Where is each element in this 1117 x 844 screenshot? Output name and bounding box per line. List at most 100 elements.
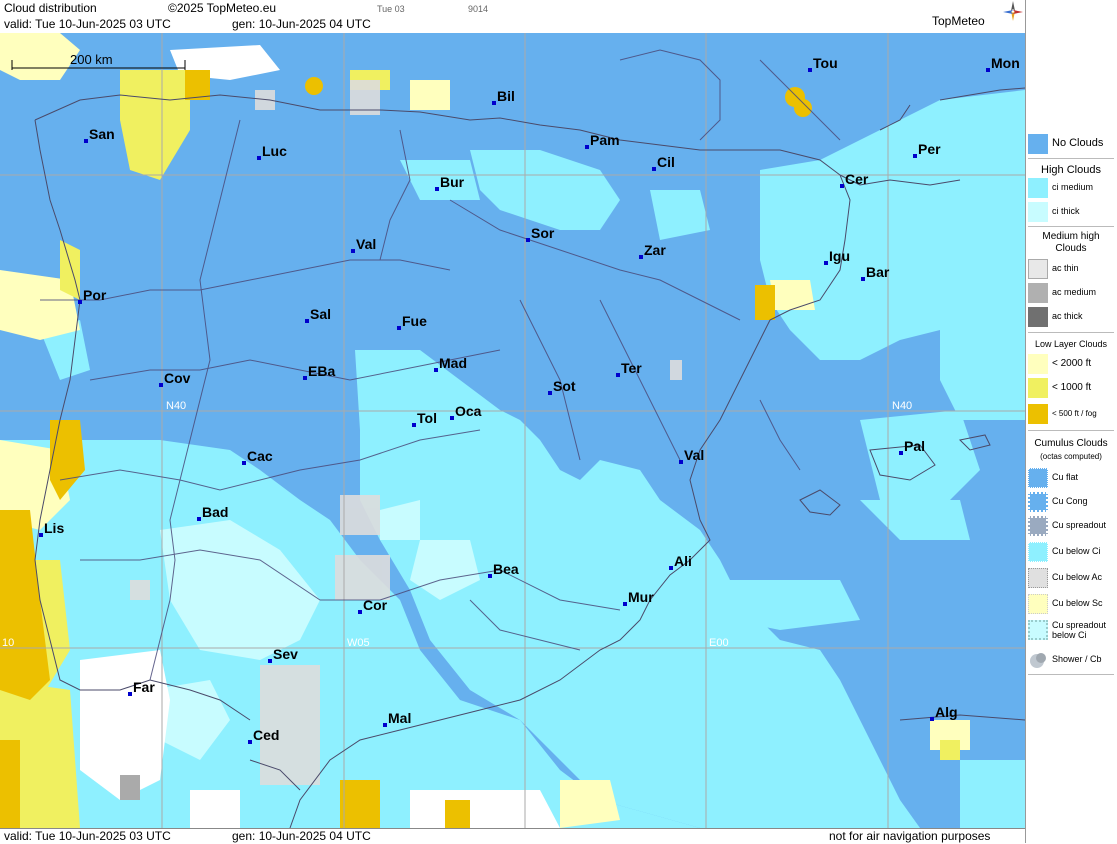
city-label: Sev	[273, 646, 298, 662]
city-marker	[242, 461, 246, 465]
city-label: Ced	[253, 727, 279, 743]
city-label: Per	[918, 141, 941, 157]
city-label: Luc	[262, 143, 287, 159]
legend-panel: No Clouds High Clouds ci medium ci thick…	[1025, 0, 1117, 843]
city-label: Bar	[866, 264, 890, 280]
legend-low-1000: < 1000 ft	[1028, 378, 1114, 400]
shower-swatch	[1028, 650, 1048, 670]
city-marker	[548, 391, 552, 395]
cumulus-subtitle: (octas computed)	[1040, 452, 1102, 461]
run-tag: Tue 03	[377, 4, 405, 14]
grid-label-w05: W05	[347, 637, 370, 649]
city-marker	[305, 319, 309, 323]
ac-medium-label: ac medium	[1052, 287, 1097, 297]
city-label: Mur	[628, 589, 654, 605]
city-label: Ter	[621, 360, 642, 376]
high-clouds-title: High Clouds	[1041, 164, 1101, 176]
city-label: Mon	[991, 55, 1020, 71]
city-marker	[616, 373, 620, 377]
medium-clouds-title: Medium high Clouds	[1042, 231, 1100, 254]
city-label: Sor	[531, 225, 555, 241]
grid-label-n40-left: N40	[166, 400, 186, 412]
city-label: Lis	[44, 520, 64, 536]
cu-flat-swatch	[1028, 468, 1048, 488]
legend-ac-medium: ac medium	[1028, 283, 1114, 305]
legend-cu-spreadout-below-ci: Cu spreadout below Ci	[1028, 620, 1114, 646]
footer-valid-time: valid: Tue 10-Jun-2025 03 UTC	[4, 829, 171, 843]
scale-label: 200 km	[70, 52, 113, 67]
cu-below-sc-label: Cu below Sc	[1052, 598, 1103, 608]
city-label: Oca	[455, 403, 482, 419]
city-label: Bad	[202, 504, 228, 520]
low-2000-swatch	[1028, 354, 1048, 374]
legend-low-500: < 500 ft / fog	[1028, 404, 1114, 426]
cu-cong-swatch	[1028, 492, 1048, 512]
city-marker	[397, 326, 401, 330]
city-marker	[623, 602, 627, 606]
city-label: Far	[133, 679, 155, 695]
low-1000-label: < 1000 ft	[1052, 382, 1092, 393]
city-label: Tol	[417, 410, 437, 426]
ci-thick-swatch	[1028, 202, 1048, 222]
footer-generated-time: gen: 10-Jun-2025 04 UTC	[232, 829, 371, 843]
low-2000-label: < 2000 ft	[1052, 358, 1092, 369]
city-marker	[84, 139, 88, 143]
city-label: Tou	[813, 55, 838, 71]
legend-no-clouds: No Clouds	[1028, 134, 1114, 156]
shower-cloud-icon	[1030, 653, 1046, 668]
city-marker	[358, 610, 362, 614]
legend-cu-cong: Cu Cong	[1028, 492, 1114, 514]
legend-ac-thick: ac thick	[1028, 307, 1114, 329]
cu-below-ac-label: Cu below Ac	[1052, 572, 1103, 582]
grid-label-w10: 10	[2, 637, 14, 649]
compass-icon	[1003, 1, 1023, 21]
valid-time: valid: Tue 10-Jun-2025 03 UTC	[4, 17, 171, 31]
legend-cu-flat: Cu flat	[1028, 468, 1114, 490]
city-marker	[913, 154, 917, 158]
cu-spreadout-label: Cu spreadout	[1052, 520, 1107, 530]
disclaimer: not for air navigation purposes	[829, 829, 991, 843]
topmeteo-logo: TopMeteo	[932, 14, 985, 28]
city-marker	[450, 416, 454, 420]
city-label: Cer	[845, 171, 869, 187]
city-label: Cov	[164, 370, 191, 386]
copyright: ©2025 TopMeteo.eu	[168, 1, 277, 15]
city-label: Alg	[935, 704, 958, 720]
legend-cu-below-ci: Cu below Ci	[1028, 542, 1114, 564]
city-label: Fue	[402, 313, 427, 329]
cu-flat-label: Cu flat	[1052, 472, 1079, 482]
generated-time: gen: 10-Jun-2025 04 UTC	[232, 17, 371, 31]
legend-ci-medium: ci medium	[1028, 178, 1114, 200]
city-marker	[492, 101, 496, 105]
city-label: Bea	[493, 561, 519, 577]
ac-thick-swatch	[1028, 307, 1048, 327]
city-label: Por	[83, 287, 107, 303]
city-marker	[840, 184, 844, 188]
city-label: Igu	[829, 248, 850, 264]
map-header: Cloud distribution ©2025 TopMeteo.eu val…	[0, 0, 1025, 34]
city-label: Pal	[904, 438, 925, 454]
city-label: Bur	[440, 174, 465, 190]
city-marker	[351, 249, 355, 253]
cloud-map[interactable]: N40 N40 W05 E00 10 200 km Tou Mon Bil Sa…	[0, 33, 1025, 828]
city-label: Cac	[247, 448, 273, 464]
map-footer: valid: Tue 10-Jun-2025 03 UTC gen: 10-Ju…	[0, 828, 1025, 844]
ci-medium-swatch	[1028, 178, 1048, 198]
city-marker	[303, 376, 307, 380]
city-label: Val	[356, 236, 376, 252]
no-clouds-swatch	[1028, 134, 1048, 154]
city-marker	[434, 368, 438, 372]
city-label: Mal	[388, 710, 411, 726]
city-marker	[585, 145, 589, 149]
city-marker	[257, 156, 261, 160]
cu-spreadout-below-ci-label: Cu spreadout below Ci	[1052, 620, 1107, 640]
city-marker	[197, 517, 201, 521]
city-marker	[435, 187, 439, 191]
map-title: Cloud distribution	[4, 1, 97, 15]
city-marker	[899, 451, 903, 455]
low-500-label: < 500 ft / fog	[1052, 409, 1097, 418]
low-1000-swatch	[1028, 378, 1048, 398]
city-marker	[412, 423, 416, 427]
city-marker	[930, 717, 934, 721]
city-marker	[986, 68, 990, 72]
